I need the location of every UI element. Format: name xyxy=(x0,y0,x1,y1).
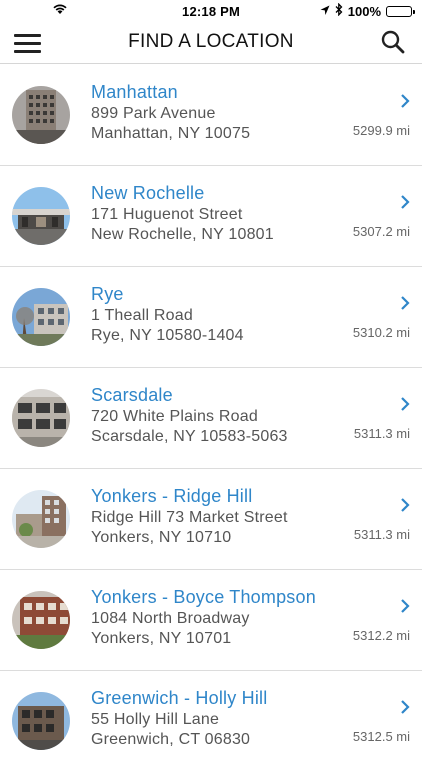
location-row-yonkers-ridge-hill[interactable]: Yonkers - Ridge Hill Ridge Hill 73 Marke… xyxy=(0,469,422,570)
battery-percent: 100% xyxy=(347,3,381,19)
location-street: 1 Theall Road xyxy=(91,307,193,324)
status-time: 12:18 PM xyxy=(182,3,240,19)
location-street: 55 Holly Hill Lane xyxy=(91,711,220,728)
location-city: Yonkers, NY 10710 xyxy=(91,529,232,546)
bluetooth-icon xyxy=(335,2,343,19)
location-photo xyxy=(12,490,70,548)
status-bar: 12:18 PM 100% xyxy=(0,0,422,22)
chevron-right-icon xyxy=(401,397,410,411)
wifi-icon xyxy=(52,3,68,18)
location-city: Yonkers, NY 10701 xyxy=(91,630,232,647)
location-row-rye[interactable]: Rye 1 Theall Road Rye, NY 10580-1404 531… xyxy=(0,267,422,368)
location-distance: 5312.2 mi xyxy=(352,628,410,643)
location-distance: 5299.9 mi xyxy=(352,123,410,138)
location-row-yonkers-boyce-thompson[interactable]: Yonkers - Boyce Thompson 1084 North Broa… xyxy=(0,570,422,671)
location-row-new-rochelle[interactable]: New Rochelle 171 Huguenot Street New Roc… xyxy=(0,166,422,267)
location-city: Greenwich, CT 06830 xyxy=(91,731,251,748)
location-name: Rye xyxy=(91,284,124,304)
location-street: 720 White Plains Road xyxy=(91,408,258,425)
chevron-right-icon xyxy=(401,296,410,310)
location-name: Yonkers - Boyce Thompson xyxy=(91,587,316,607)
location-name: New Rochelle xyxy=(91,183,205,203)
chevron-right-icon xyxy=(401,498,410,512)
location-street: Ridge Hill 73 Market Street xyxy=(91,509,288,526)
search-icon[interactable] xyxy=(380,29,406,55)
page-title: FIND A LOCATION xyxy=(128,31,294,52)
location-photo xyxy=(12,591,70,649)
location-distance: 5307.2 mi xyxy=(352,224,410,239)
location-photo xyxy=(12,187,70,245)
location-list: Manhattan 899 Park Avenue Manhattan, NY … xyxy=(0,65,422,772)
location-name: Scarsdale xyxy=(91,385,173,405)
status-indicators: 100% xyxy=(320,2,415,19)
location-distance: 5311.3 mi xyxy=(353,426,410,441)
chevron-right-icon xyxy=(401,599,410,613)
location-city: Scarsdale, NY 10583-5063 xyxy=(91,428,288,445)
location-row-greenwich-holly-hill[interactable]: Greenwich - Holly Hill 55 Holly Hill Lan… xyxy=(0,671,422,772)
nav-bar: FIND A LOCATION xyxy=(0,22,422,64)
chevron-right-icon xyxy=(401,195,410,209)
chevron-right-icon xyxy=(401,94,410,108)
location-name: Greenwich - Holly Hill xyxy=(91,688,268,708)
location-row-manhattan[interactable]: Manhattan 899 Park Avenue Manhattan, NY … xyxy=(0,65,422,166)
location-photo xyxy=(12,692,70,750)
location-city: Rye, NY 10580-1404 xyxy=(91,327,244,344)
location-city: Manhattan, NY 10075 xyxy=(91,125,251,142)
battery-icon xyxy=(386,5,415,17)
location-city: New Rochelle, NY 10801 xyxy=(91,226,274,243)
location-distance: 5310.2 mi xyxy=(352,325,410,340)
location-name: Yonkers - Ridge Hill xyxy=(91,486,253,506)
location-photo xyxy=(12,288,70,346)
location-arrow-icon xyxy=(320,4,330,19)
location-street: 171 Huguenot Street xyxy=(91,206,243,223)
location-photo xyxy=(12,389,70,447)
location-distance: 5312.5 mi xyxy=(352,729,410,744)
location-street: 1084 North Broadway xyxy=(91,610,250,627)
location-street: 899 Park Avenue xyxy=(91,105,216,122)
location-row-scarsdale[interactable]: Scarsdale 720 White Plains Road Scarsdal… xyxy=(0,368,422,469)
location-distance: 5311.3 mi xyxy=(353,527,410,542)
chevron-right-icon xyxy=(401,700,410,714)
location-photo xyxy=(12,86,70,144)
location-name: Manhattan xyxy=(91,82,178,102)
